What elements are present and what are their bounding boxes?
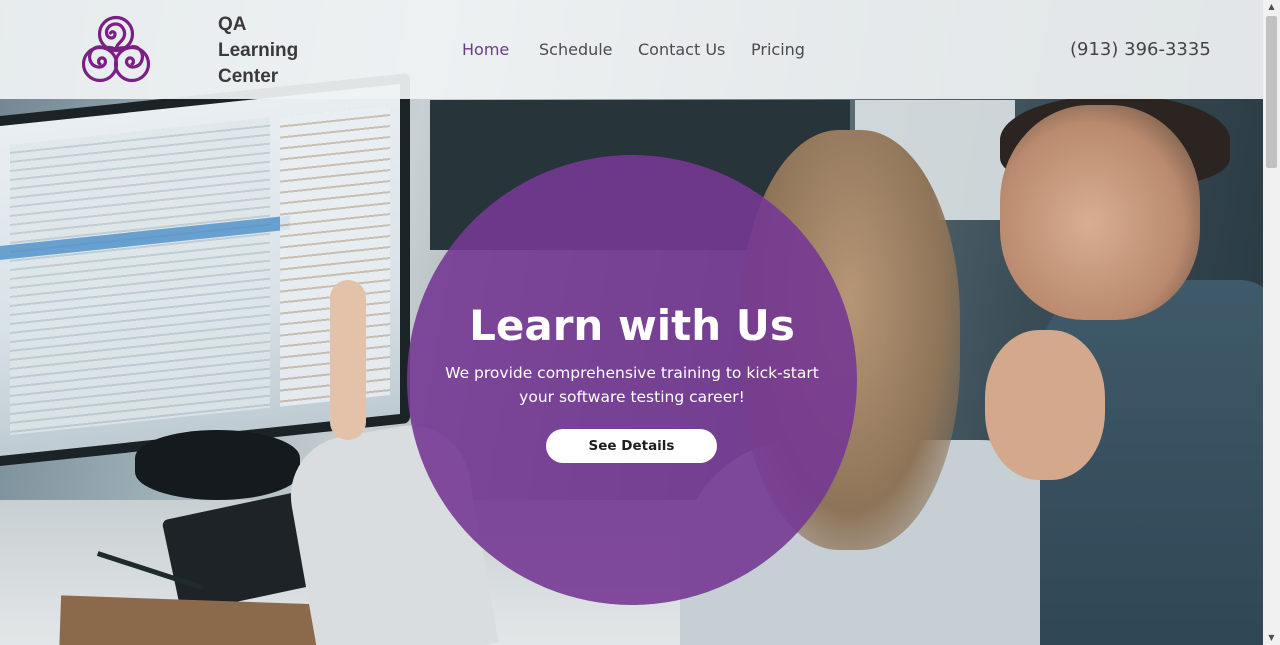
scroll-up-arrow-icon[interactable]: ▲ (1263, 0, 1280, 14)
book-image (59, 595, 326, 645)
monitor-stand-image (135, 430, 300, 500)
nav-contact-us-link[interactable]: Contact Us (638, 40, 725, 59)
site-header: QA Learning Center Home Schedule Contact… (0, 0, 1263, 99)
hero-title: Learn with Us (469, 301, 795, 350)
scroll-thumb[interactable] (1266, 16, 1277, 168)
hero-circle: Learn with Us We provide comprehensive t… (407, 155, 857, 605)
hero-subtitle: We provide comprehensive training to kic… (445, 364, 819, 406)
code-lines-decoration (10, 117, 270, 435)
nav-pricing-link[interactable]: Pricing (751, 40, 805, 59)
man-head-image (1000, 105, 1200, 320)
triple-spiral-icon[interactable] (78, 14, 154, 86)
nav-home-link[interactable]: Home (462, 40, 509, 59)
man-hand-image (985, 330, 1105, 480)
brand-name[interactable]: QA Learning Center (218, 12, 298, 90)
page-scrollbar[interactable]: ▲ ▼ (1263, 0, 1280, 645)
brand-line-2: Learning (218, 40, 299, 61)
nav-schedule-link[interactable]: Schedule (539, 40, 613, 59)
phone-number-link[interactable]: (913) 396-3335 (1070, 39, 1211, 60)
scroll-down-arrow-icon[interactable]: ▼ (1263, 631, 1280, 645)
see-details-button[interactable]: See Details (546, 429, 717, 463)
pointing-finger-image (330, 280, 366, 440)
brand-line-3: Center (218, 66, 279, 87)
brand-line-1: QA (218, 14, 247, 35)
